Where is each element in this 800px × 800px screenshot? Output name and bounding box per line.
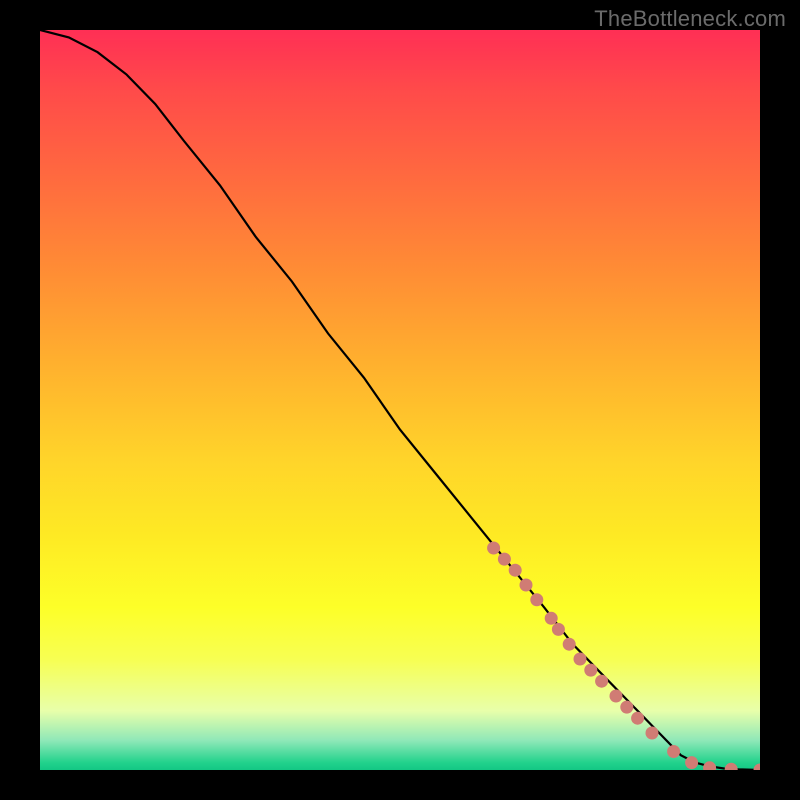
dot [620,701,633,714]
dot [725,763,738,770]
dot [754,764,761,771]
dot [545,612,558,625]
dot [530,593,543,606]
dot [631,712,644,725]
attribution-text: TheBottleneck.com [594,6,786,32]
dot [552,623,565,636]
dot [610,690,623,703]
dot [498,553,511,566]
plot-overlay [40,30,760,770]
dot [487,542,500,555]
dot [667,745,680,758]
curve-line [40,30,760,770]
dot [509,564,522,577]
chart-container: TheBottleneck.com [0,0,800,800]
highlighted-dots [487,542,760,771]
dot [584,664,597,677]
dot [574,653,587,666]
dot [595,675,608,688]
dot [703,761,716,770]
dot [685,756,698,769]
dot [520,579,533,592]
dot [646,727,659,740]
dot [563,638,576,651]
